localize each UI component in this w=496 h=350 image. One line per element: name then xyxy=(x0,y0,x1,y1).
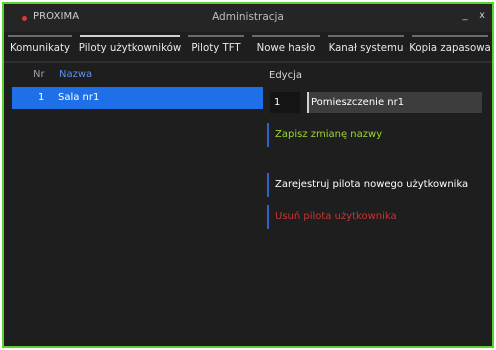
admin-window: PROXIMA Administracja _ x Komunikaty Pil… xyxy=(2,2,494,348)
edit-heading: Edycja xyxy=(269,70,302,81)
app-name: PROXIMA xyxy=(33,11,80,22)
nr-input[interactable] xyxy=(270,92,300,113)
title-bar[interactable]: PROXIMA Administracja _ x xyxy=(4,4,492,32)
column-header-name[interactable]: Nazwa xyxy=(59,69,92,80)
tab-nowe-haslo[interactable]: Nowe hasło xyxy=(248,35,324,61)
list-item[interactable]: 1 Sala nr1 xyxy=(12,87,263,109)
list-item-nr: 1 xyxy=(38,92,45,103)
save-name-button[interactable]: Zapisz zmianę nazwy xyxy=(267,123,382,147)
tab-komunikaty[interactable]: Komunikaty xyxy=(4,35,76,61)
tab-bar: Komunikaty Piloty użytkowników Piloty TF… xyxy=(4,35,492,61)
tab-separator xyxy=(4,61,492,63)
minimize-button[interactable]: _ xyxy=(459,10,471,24)
column-header-nr[interactable]: Nr xyxy=(33,69,45,80)
register-remote-button[interactable]: Zarejestruj pilota nowego użytkownika xyxy=(267,173,468,197)
remove-remote-button[interactable]: Usuń pilota użytkownika xyxy=(267,205,397,229)
tab-piloty-uzytkownikow[interactable]: Piloty użytkowników xyxy=(76,35,184,61)
tab-kanal-systemu[interactable]: Kanał systemu xyxy=(324,35,408,61)
tab-piloty-tft[interactable]: Piloty TFT xyxy=(184,35,248,61)
name-input[interactable] xyxy=(307,92,482,113)
app-logo-icon xyxy=(22,16,27,21)
tab-kopia-zapasowa[interactable]: Kopia zapasowa xyxy=(408,35,492,61)
window-title: Administracja xyxy=(212,11,284,23)
close-button[interactable]: x xyxy=(476,10,488,24)
list-item-name: Sala nr1 xyxy=(58,92,100,103)
